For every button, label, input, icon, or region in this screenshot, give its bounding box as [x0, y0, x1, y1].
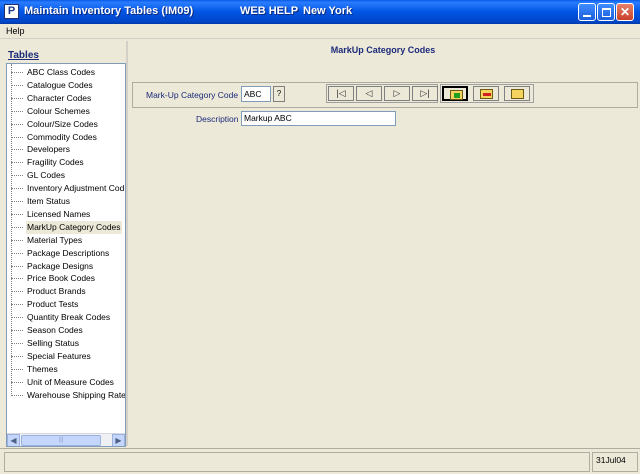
sidebar-item-label: Selling Status: [27, 337, 79, 348]
tables-tree[interactable]: ABC Class Codes Catalogue Codes Character …: [6, 63, 126, 447]
delete-record-button[interactable]: [473, 86, 499, 101]
sidebar-item-label: Product Brands: [27, 286, 86, 297]
menu-help[interactable]: Help: [6, 26, 25, 36]
open-record-button[interactable]: [504, 86, 530, 101]
sidebar-item-label: Special Features: [27, 350, 91, 361]
tree-connector: [11, 64, 12, 394]
folder-new-icon: [450, 90, 463, 100]
lookup-button[interactable]: ?: [273, 86, 285, 102]
add-record-button[interactable]: [442, 86, 468, 101]
sidebar-item-label: Unit of Measure Codes: [27, 376, 114, 387]
title-bar: P Maintain Inventory Tables (IM09) WEB H…: [0, 0, 640, 24]
status-date: 31Jul04: [592, 452, 638, 472]
sidebar-item-label: Product Tests: [27, 299, 79, 310]
maximize-button[interactable]: [597, 3, 615, 21]
sidebar-item-label: Season Codes: [27, 325, 83, 335]
sidebar-item-label: Colour Schemes: [27, 105, 90, 116]
maximize-icon: [602, 8, 611, 17]
record-navigation: |◁ ◁ ▷ ▷|: [326, 84, 438, 103]
status-message: [4, 452, 590, 472]
minimize-icon: [583, 15, 591, 17]
scroll-right-icon[interactable]: ▶: [112, 434, 125, 446]
sidebar-item-label: Price Book Codes: [27, 273, 96, 284]
scroll-thumb[interactable]: |||: [21, 435, 101, 446]
sidebar-item-label: Item Status: [27, 196, 70, 206]
scroll-left-icon[interactable]: ◀: [7, 434, 20, 446]
next-record-button[interactable]: ▷: [384, 86, 410, 101]
sidebar-item-label: Themes: [27, 363, 58, 374]
location-label: New York: [303, 5, 353, 17]
sidebar-item-label: Inventory Adjustment Cod: [27, 183, 125, 194]
sidebar-item-label: Warehouse Shipping Rate: [27, 389, 126, 400]
sidebar-item-label: Quantity Break Codes: [27, 312, 111, 323]
folder-delete-icon: [480, 89, 493, 99]
status-bar: 31Jul04: [0, 448, 640, 474]
sidebar-item-label: Licensed Names: [27, 208, 91, 219]
sidebar-item-label: Character Codes: [27, 92, 92, 103]
horizontal-scrollbar[interactable]: ◀ ||| ▶: [7, 433, 125, 446]
sidebar-item-label: Catalogue Codes: [27, 79, 93, 90]
code-input[interactable]: ABC: [241, 86, 271, 102]
menu-bar: Help: [0, 24, 640, 39]
app-icon: P: [4, 4, 19, 19]
code-label: Mark-Up Category Code: [146, 90, 239, 100]
sidebar-item-label: Developers: [27, 144, 70, 155]
folder-icon: [511, 89, 524, 99]
sidebar-item-label: Commodity Codes: [27, 131, 97, 142]
page-title: MarkUp Category Codes: [330, 45, 436, 55]
sidebar-item-label: Fragility Codes: [27, 157, 84, 168]
last-record-button[interactable]: ▷|: [412, 86, 438, 101]
sidebar-item-label: Package Designs: [27, 260, 94, 271]
description-input[interactable]: Markup ABC: [241, 111, 396, 126]
description-label: Description: [196, 114, 239, 124]
record-actions: [440, 84, 534, 103]
first-record-button[interactable]: |◁: [328, 86, 354, 101]
main-panel: MarkUp Category Codes Mark-Up Category C…: [128, 41, 638, 446]
sidebar-item-label: ABC Class Codes: [27, 67, 96, 77]
tables-panel: Tables ABC Class Codes Catalogue Codes Cha…: [2, 41, 126, 447]
minimize-button[interactable]: [578, 3, 596, 21]
sidebar-item-label: GL Codes: [27, 170, 65, 181]
close-icon: ✕: [619, 5, 631, 19]
sidebar-item-label: MarkUp Category Codes: [26, 220, 122, 234]
web-help-label: WEB HELP: [240, 5, 299, 17]
window-title: Maintain Inventory Tables (IM09): [24, 5, 194, 17]
close-button[interactable]: ✕: [616, 3, 634, 21]
prev-record-button[interactable]: ◁: [356, 86, 382, 101]
sidebar-item-label: Colour/Size Codes: [27, 118, 98, 129]
sidebar-item-label: Material Types: [27, 234, 83, 245]
tables-header: Tables: [8, 50, 39, 61]
sidebar-item-label: Package Descriptions: [27, 247, 110, 258]
